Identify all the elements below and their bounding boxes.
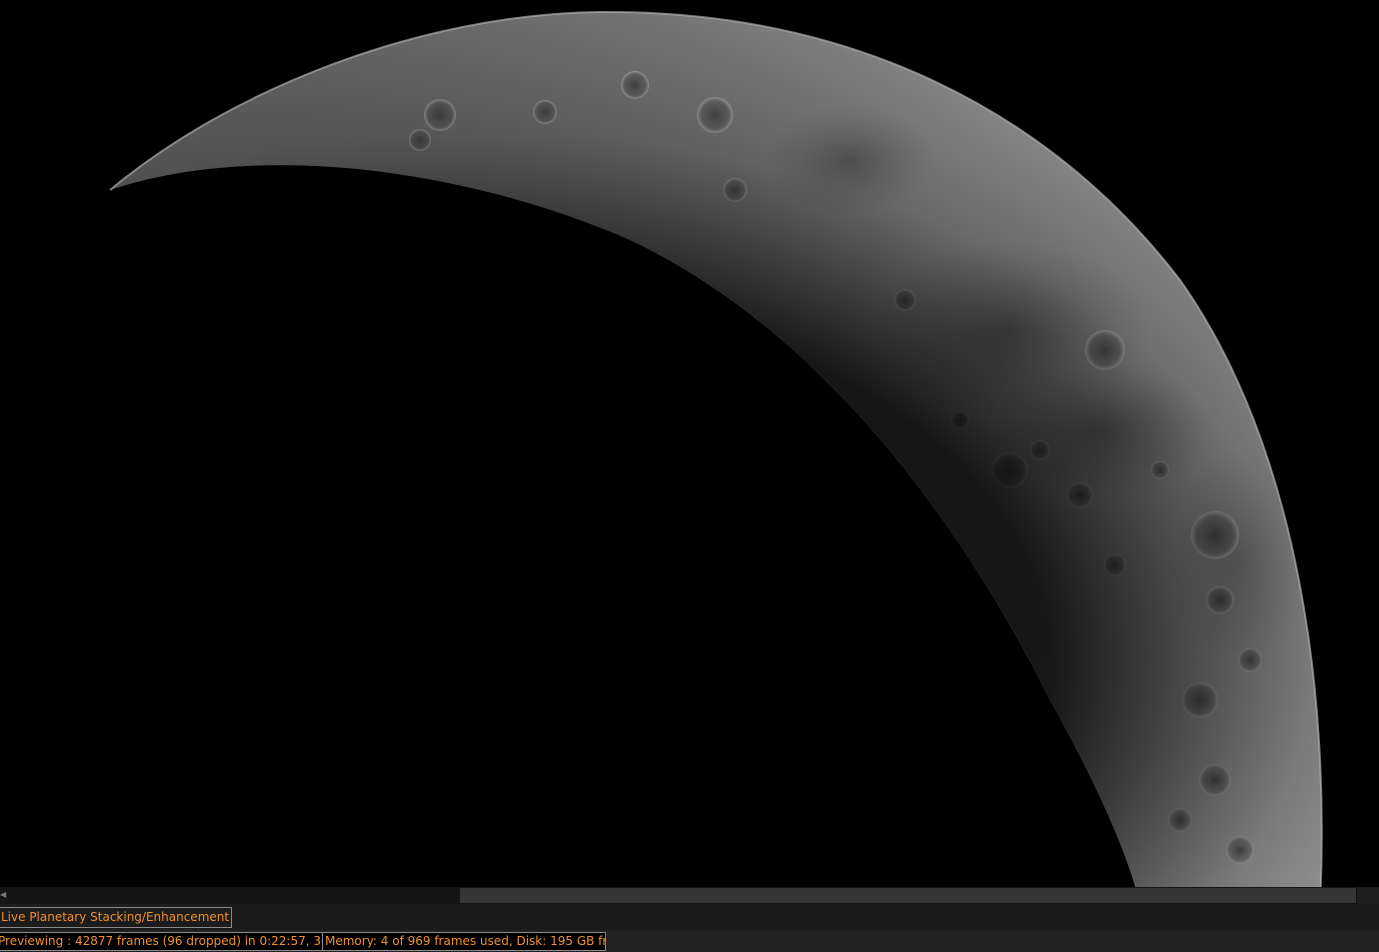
scrollbar-thumb[interactable] (460, 888, 1356, 903)
status-bar: Previewing : 42877 frames (96 dropped) i… (0, 930, 1379, 952)
scroll-left-arrow-icon[interactable]: ◀ (0, 889, 6, 901)
panel-tab-bar: Live Planetary Stacking/Enhancement (0, 904, 1379, 930)
status-memory-info: Memory: 4 of 969 frames used, Disk: 195 … (322, 932, 606, 951)
status-preview-info: Previewing : 42877 frames (96 dropped) i… (0, 932, 325, 951)
moon-preview-image (0, 0, 1379, 887)
scrollbar-corner (1357, 887, 1379, 904)
app-window: ◀ Live Planetary Stacking/Enhancement Pr… (0, 0, 1379, 952)
tab-live-planetary-stacking[interactable]: Live Planetary Stacking/Enhancement (0, 907, 233, 928)
horizontal-scrollbar[interactable]: ◀ (0, 887, 1379, 904)
camera-preview[interactable] (0, 0, 1379, 887)
